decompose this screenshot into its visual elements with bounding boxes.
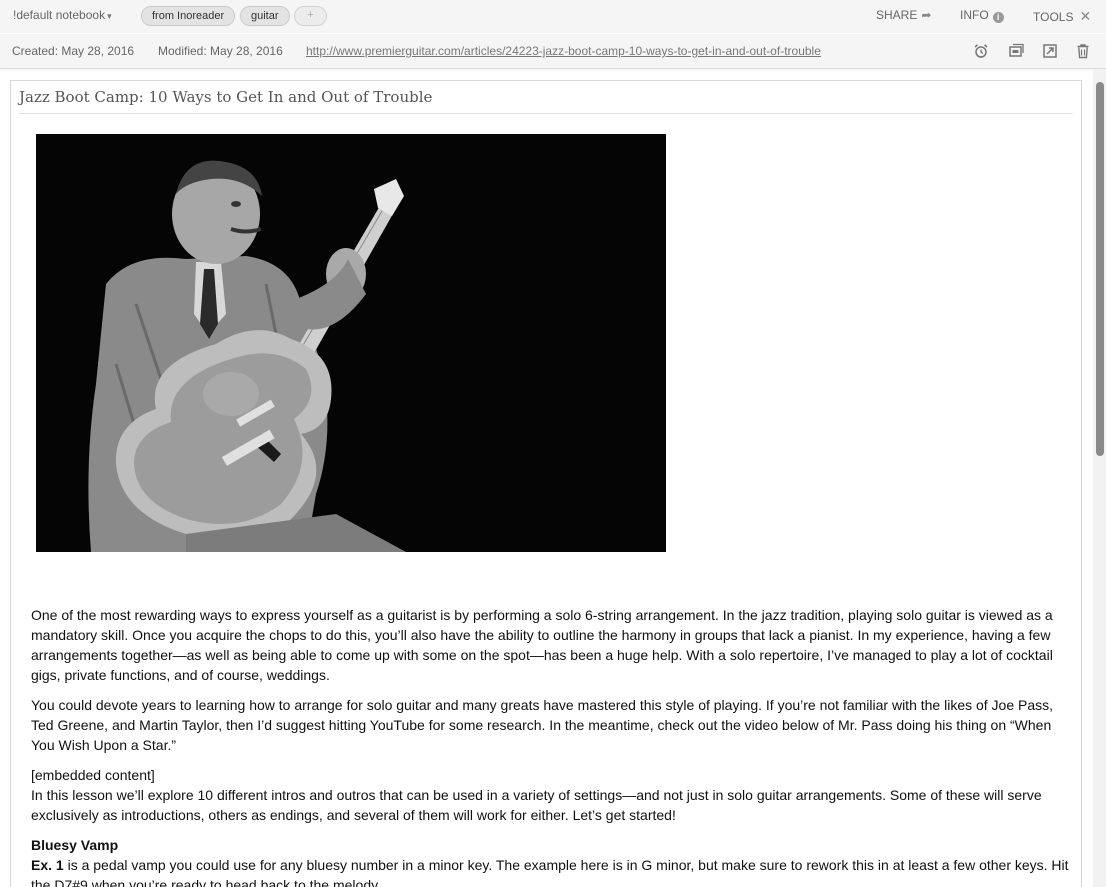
tools-button[interactable]: TOOLS ✕ [1033,8,1091,25]
guitarist-photo-illustration [36,134,666,552]
source-url-link[interactable]: http://www.premierguitar.com/articles/24… [306,44,821,58]
note-body[interactable]: One of the most rewarding ways to expres… [31,605,1071,887]
tag-guitar[interactable]: guitar [240,6,290,26]
embedded-content-placeholder: [embedded content] [31,767,155,783]
modified-date: Modified: May 28, 2016 [158,44,283,58]
tools-label: TOOLS [1033,10,1074,24]
notebook-name: !default notebook [13,8,106,22]
paragraph-arrange: You could devote years to learning how t… [31,697,1054,753]
info-button[interactable]: INFO i [960,8,1004,23]
scrollbar-thumb[interactable] [1096,82,1104,456]
reminder-alarm-icon[interactable] [973,43,989,59]
example-label: Ex. 1 [31,857,64,873]
expand-icon[interactable] [1042,43,1058,59]
close-icon[interactable]: ✕ [1079,8,1091,24]
created-date: Created: May 28, 2016 [12,44,135,58]
info-circle-icon: i [992,12,1004,23]
article-photo-guitarist [36,134,666,552]
tag-from-inoreader[interactable]: from Inoreader [141,6,236,26]
note-meta-bar: Created: May 28, 2016 Modified: May 28, … [0,34,1106,69]
note-header-bar: !default notebook ▾ from Inoreader guitar… [0,0,1106,33]
section-heading-bluesy-vamp: Bluesy Vamp [31,837,119,853]
presentation-icon[interactable] [1008,43,1024,59]
example-text: is a pedal vamp you could use for any bl… [31,857,1069,887]
notebook-selector[interactable]: !default notebook ▾ [13,8,112,22]
add-tag-button[interactable]: + [294,6,327,26]
paragraph-lesson: In this lesson we’ll explore 10 differen… [31,787,1042,823]
paragraph-intro: One of the most rewarding ways to expres… [31,607,1053,683]
info-label: INFO [960,8,989,22]
chevron-down-icon: ▾ [107,11,112,21]
paragraph-ex1: Ex. 1 is a pedal vamp you could use for … [31,855,1071,887]
share-arrow-icon: ➦ [921,8,932,22]
note-title[interactable]: Jazz Boot Camp: 10 Ways to Get In and Ou… [19,88,432,106]
share-label: SHARE [876,8,918,22]
title-divider [19,113,1073,114]
note-content-card: Jazz Boot Camp: 10 Ways to Get In and Ou… [10,80,1082,887]
share-button[interactable]: SHARE ➦ [876,8,931,22]
trash-icon[interactable] [1075,43,1091,59]
